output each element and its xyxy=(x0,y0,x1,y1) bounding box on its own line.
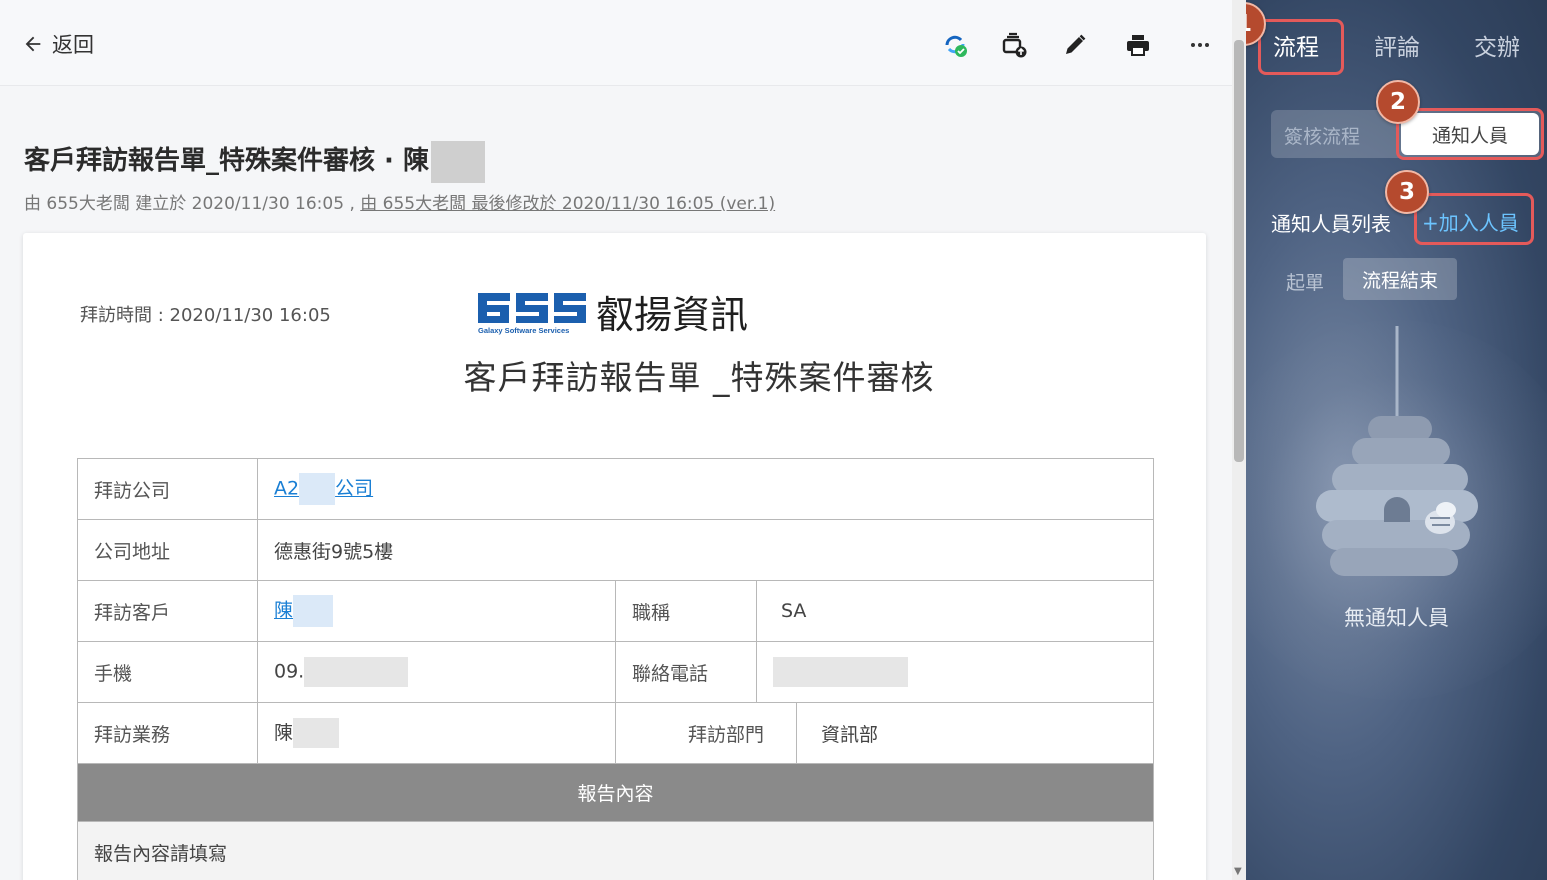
tab-assignments[interactable]: 交辦 xyxy=(1474,28,1520,62)
redacted-text xyxy=(293,718,340,749)
company-link-a[interactable]: A2 xyxy=(274,478,299,500)
table-row: 拜訪公司 A2 公司 xyxy=(77,458,1154,520)
more-button[interactable] xyxy=(1183,28,1217,62)
job-title-value: SA xyxy=(756,580,1154,642)
meta-created: 由 655大老闆 建立於 2020/11/30 16:05 , xyxy=(24,194,361,214)
arrow-left-icon xyxy=(25,36,41,52)
notify-list-label: 通知人員列表 xyxy=(1271,212,1391,236)
logo-subtitle: Galaxy Software Services xyxy=(478,326,569,335)
empty-state-text: 無通知人員 xyxy=(1344,606,1449,630)
layers-upload-button[interactable] xyxy=(997,28,1031,62)
mobile-value: 09. xyxy=(257,641,616,703)
document-title: 客戶拜訪報告單_特殊案件審核 · 陳 xyxy=(24,140,485,183)
visit-time: 拜訪時間 : 2020/11/30 16:05 xyxy=(80,305,331,326)
customer-value: 陳 xyxy=(257,580,616,642)
table-row: 拜訪業務 陳 拜訪部門 資訊部 xyxy=(77,702,1154,764)
printer-icon xyxy=(1127,35,1149,56)
job-title-label: 職稱 xyxy=(615,580,757,642)
redacted-text xyxy=(304,657,409,687)
company-logo: Galaxy Software Services 叡揚資訊 xyxy=(478,291,748,339)
document-meta: 由 655大老闆 建立於 2020/11/30 16:05 , 由 655大老闆… xyxy=(24,189,775,214)
highlight-box xyxy=(1258,19,1344,75)
main-content: 返回 客戶拜訪報告單_特殊案件審核 · 陳 由 655大老闆 建立於 2020/… xyxy=(0,0,1232,880)
back-button[interactable]: 返回 xyxy=(22,28,94,60)
phone-label: 聯絡電話 xyxy=(615,641,757,703)
company-label: 拜訪公司 xyxy=(77,458,258,520)
table-row: 公司地址 德惠街9號5樓 xyxy=(77,519,1154,581)
form-paper: 拜訪時間 : 2020/11/30 16:05 Galaxy Software … xyxy=(23,233,1206,880)
mobile-label: 手機 xyxy=(77,641,258,703)
dept-label: 拜訪部門 xyxy=(615,702,797,764)
mobile-prefix: 09. xyxy=(274,660,305,683)
table-row: 報告內容 xyxy=(77,763,1154,822)
scroll-down-icon[interactable]: ▼ xyxy=(1234,866,1242,877)
highlight-box xyxy=(1396,108,1544,160)
back-label: 返回 xyxy=(52,33,94,57)
sync-check-button[interactable] xyxy=(938,28,972,62)
edit-button[interactable] xyxy=(1058,28,1092,62)
sales-name: 陳 xyxy=(274,721,294,744)
address-label: 公司地址 xyxy=(77,519,258,581)
print-button[interactable] xyxy=(1121,28,1155,62)
tab-comments[interactable]: 評論 xyxy=(1374,28,1420,62)
redacted-text xyxy=(773,657,908,687)
customer-label: 拜訪客戶 xyxy=(77,580,258,642)
form-heading: 客戶拜訪報告單 _特殊案件審核 xyxy=(463,358,935,397)
dept-value: 資訊部 xyxy=(796,702,1154,764)
document-title-text: 客戶拜訪報告單_特殊案件審核 · 陳 xyxy=(24,146,429,176)
chip-flow-end[interactable]: 流程結束 xyxy=(1343,258,1457,300)
customer-link[interactable]: 陳 xyxy=(274,600,293,622)
company-link-b[interactable]: 公司 xyxy=(335,478,373,500)
step-badge-2: 2 xyxy=(1376,80,1420,124)
beehive-illustration-icon xyxy=(1316,326,1478,576)
visit-report-table: 拜訪公司 A2 公司 公司地址 德惠街9號5樓 拜訪客戶 陳 職稱 SA 手機 xyxy=(77,458,1154,880)
highlight-box xyxy=(1414,193,1534,245)
report-section-header: 報告內容 xyxy=(77,763,1154,822)
meta-modified-link[interactable]: 由 655大老闆 最後修改於 2020/11/30 16:05 (ver.1) xyxy=(360,194,775,214)
company-value: A2 公司 xyxy=(257,458,1154,520)
table-row: 手機 09. 聯絡電話 xyxy=(77,641,1154,703)
sales-label: 拜訪業務 xyxy=(77,702,258,764)
table-row: 報告內容請填寫 xyxy=(77,821,1154,880)
logo-text: 叡揚資訊 xyxy=(596,293,749,337)
address-value: 德惠街9號5樓 xyxy=(257,519,1154,581)
redacted-text xyxy=(293,595,334,627)
more-icon xyxy=(1191,43,1209,47)
gss-logo-icon: Galaxy Software Services xyxy=(478,293,586,335)
sales-value: 陳 xyxy=(257,702,616,764)
layers-upload-icon xyxy=(1002,32,1027,58)
table-row: 拜訪客戶 陳 職稱 SA xyxy=(77,580,1154,642)
chip-start[interactable]: 起單 xyxy=(1286,268,1324,295)
top-toolbar: 返回 xyxy=(0,0,1232,86)
report-content-field[interactable]: 報告內容請填寫 xyxy=(77,821,1154,880)
side-panel: 流程 評論 交辦 簽核流程 通知人員 通知人員列表 +加入人員 起單 流程結束 … xyxy=(1246,0,1547,880)
redacted-text xyxy=(299,473,336,505)
phone-value xyxy=(756,641,1154,703)
redacted-name xyxy=(430,140,485,183)
pencil-icon xyxy=(1066,34,1086,54)
segment-approval-flow[interactable]: 簽核流程 xyxy=(1284,122,1360,149)
step-badge-3: 3 xyxy=(1385,170,1429,214)
scrollbar-thumb[interactable] xyxy=(1234,40,1244,462)
sync-check-icon xyxy=(945,35,967,57)
